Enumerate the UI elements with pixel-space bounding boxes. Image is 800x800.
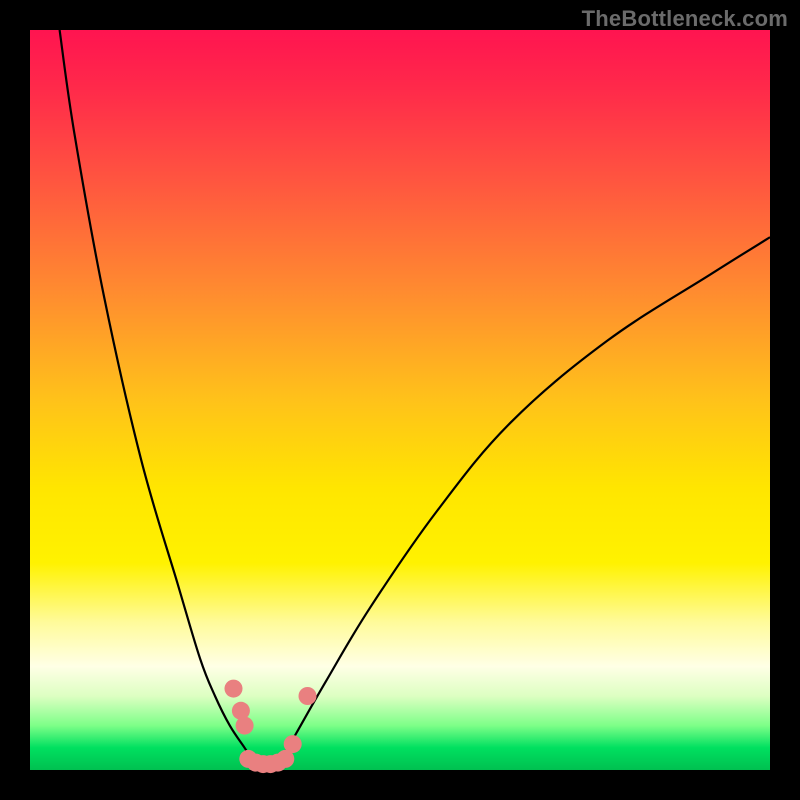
- data-marker: [284, 735, 302, 753]
- curve-left-branch: [60, 30, 260, 770]
- chart-overlay: [0, 0, 800, 800]
- data-marker: [299, 687, 317, 705]
- data-marker: [225, 680, 243, 698]
- data-marker: [236, 717, 254, 735]
- curve-right-branch: [274, 237, 770, 770]
- marker-group: [225, 680, 317, 773]
